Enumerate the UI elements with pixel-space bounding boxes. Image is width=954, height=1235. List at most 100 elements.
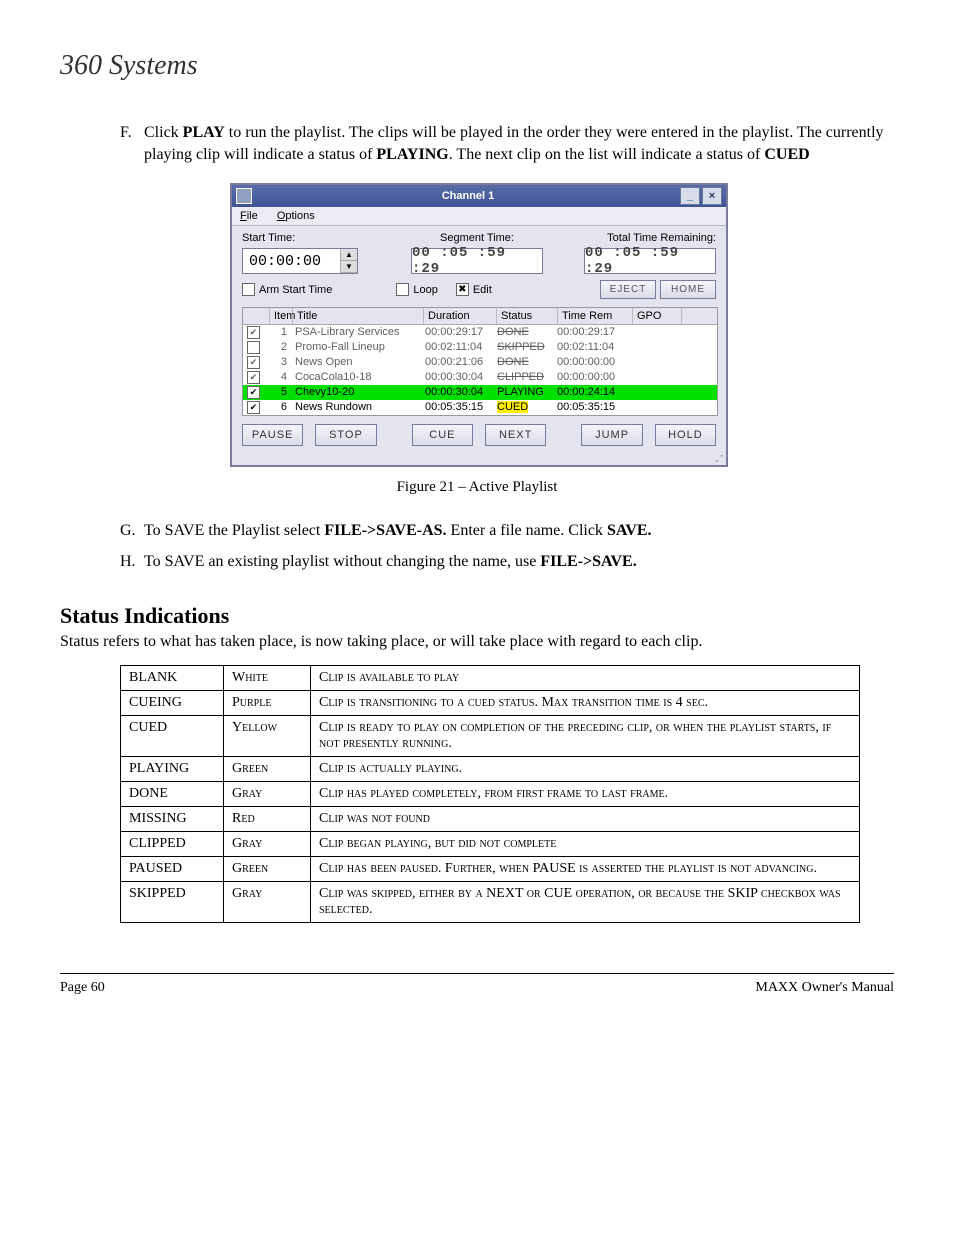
status-desc: Clip began playing, but did not complete (311, 831, 860, 856)
status-row: CUEDYellowClip is ready to play on compl… (121, 715, 860, 756)
cell-timerem: 00:00:24:14 (553, 385, 627, 400)
status-color: Purple (224, 690, 311, 715)
eject-button[interactable]: EJECT (600, 280, 656, 299)
table-row[interactable]: ✔6News Rundown00:05:35:15CUED00:05:35:15 (243, 400, 717, 415)
home-button[interactable]: HOME (660, 280, 716, 299)
status-color: Gray (224, 881, 311, 922)
titlebar: Channel 1 _ × (232, 185, 726, 207)
total-time-display: 00 :05 :59 :29 (584, 248, 716, 274)
status-desc: Clip was skipped, either by a NEXT or CU… (311, 881, 860, 922)
menu-options[interactable]: Options (277, 210, 315, 222)
table-row[interactable]: ✔3News Open00:00:21:06DONE00:00:00:00 (243, 355, 717, 370)
hold-button[interactable]: HOLD (655, 424, 716, 446)
status-table: BLANKWhiteClip is available to playCUEIN… (120, 665, 860, 923)
arm-start-checkbox[interactable]: Arm Start Time (242, 283, 332, 296)
segment-time-label: Segment Time: (440, 232, 514, 244)
status-row: BLANKWhiteClip is available to play (121, 665, 860, 690)
system-menu-icon[interactable] (236, 188, 252, 204)
cell-status: PLAYING (493, 385, 553, 400)
cell-status: DONE (493, 355, 553, 370)
edit-checkbox[interactable]: ✖Edit (456, 283, 492, 296)
jump-button[interactable]: JUMP (581, 424, 642, 446)
cell-timerem: 00:02:11:04 (553, 340, 627, 355)
loop-label: Loop (413, 284, 437, 296)
status-row: CLIPPEDGrayClip began playing, but did n… (121, 831, 860, 856)
status-color: Gray (224, 831, 311, 856)
footer-right: MAXX Owner's Manual (755, 980, 894, 996)
spinner-up[interactable]: ▲ (341, 249, 357, 261)
cue-button[interactable]: CUE (412, 424, 473, 446)
cell-gpo (627, 385, 675, 400)
cell-status: DONE (493, 325, 553, 340)
cell-timerem: 00:00:29:17 (553, 325, 627, 340)
cell-gpo (627, 355, 675, 370)
status-desc: Clip was not found (311, 806, 860, 831)
col-timerem: Time Rem (558, 308, 633, 324)
playlist-table: Item Title Duration Status Time Rem GPO … (242, 307, 718, 416)
cell-gpo (627, 400, 675, 415)
loop-checkbox[interactable]: Loop (396, 283, 437, 296)
resize-grip[interactable]: ⋰ (232, 456, 726, 464)
status-desc: Clip has been paused. Further, when PAUS… (311, 856, 860, 881)
cell-status: CUED (493, 400, 553, 415)
section-heading: Status Indications (60, 603, 894, 629)
status-color: White (224, 665, 311, 690)
row-checkbox[interactable]: ✔ (247, 356, 260, 369)
instruction-h: H. To SAVE an existing playlist without … (120, 551, 894, 573)
next-button[interactable]: NEXT (485, 424, 546, 446)
text-bold: FILE->SAVE. (540, 553, 636, 570)
table-row[interactable]: ✔1PSA-Library Services00:00:29:17DONE00:… (243, 325, 717, 340)
total-time-label: Total Time Remaining: (607, 232, 716, 244)
table-row[interactable]: ✔5Chevy10-2000:00:30:04PLAYING00:00:24:1… (243, 385, 717, 400)
status-name: CUED (121, 715, 224, 756)
table-row[interactable]: ✔4CocaCola10-1800:00:30:04CLIPPED00:00:0… (243, 370, 717, 385)
col-gpo: GPO (633, 308, 682, 324)
status-name: CLIPPED (121, 831, 224, 856)
cell-item: 6 (269, 400, 291, 415)
row-checkbox[interactable] (247, 341, 260, 354)
stop-button[interactable]: STOP (315, 424, 376, 446)
status-color: Green (224, 856, 311, 881)
cell-item: 2 (269, 340, 291, 355)
cell-duration: 00:05:35:15 (421, 400, 493, 415)
cell-duration: 00:02:11:04 (421, 340, 493, 355)
text: To SAVE an existing playlist without cha… (144, 553, 540, 570)
pause-button[interactable]: PAUSE (242, 424, 303, 446)
page-footer: Page 60 MAXX Owner's Manual (60, 973, 894, 996)
start-time-input[interactable]: 00:00:00 ▲ ▼ (242, 248, 358, 274)
cell-status: SKIPPED (493, 340, 553, 355)
row-checkbox[interactable]: ✔ (247, 401, 260, 414)
instruction-letter: H. (120, 551, 144, 573)
text-bold: PLAY (183, 124, 225, 141)
status-name: PLAYING (121, 756, 224, 781)
cell-status: CLIPPED (493, 370, 553, 385)
status-desc: Clip is available to play (311, 665, 860, 690)
figure-caption: Figure 21 – Active Playlist (60, 479, 894, 496)
spinner-down[interactable]: ▼ (341, 261, 357, 273)
cell-title: News Open (291, 355, 421, 370)
instruction-g: G. To SAVE the Playlist select FILE->SAV… (120, 520, 894, 542)
row-checkbox[interactable]: ✔ (247, 371, 260, 384)
status-name: CUEING (121, 690, 224, 715)
text-bold: PLAYING (376, 146, 448, 163)
col-item: Item (270, 308, 293, 324)
status-desc: Clip is transitioning to a cued status. … (311, 690, 860, 715)
edit-label: Edit (473, 284, 492, 296)
minimize-button[interactable]: _ (680, 187, 700, 205)
table-header: Item Title Duration Status Time Rem GPO (243, 308, 717, 325)
status-row: DONEGrayClip has played completely, from… (121, 781, 860, 806)
table-row[interactable]: 2Promo-Fall Lineup00:02:11:04SKIPPED00:0… (243, 340, 717, 355)
row-checkbox[interactable]: ✔ (247, 326, 260, 339)
instruction-letter: G. (120, 520, 144, 542)
text-bold: CUED (764, 146, 809, 163)
menu-file[interactable]: File (240, 210, 258, 222)
cell-item: 1 (269, 325, 291, 340)
cell-duration: 00:00:21:06 (421, 355, 493, 370)
close-button[interactable]: × (702, 187, 722, 205)
status-row: SKIPPEDGrayClip was skipped, either by a… (121, 881, 860, 922)
cell-title: CocaCola10-18 (291, 370, 421, 385)
status-name: BLANK (121, 665, 224, 690)
row-checkbox[interactable]: ✔ (247, 386, 260, 399)
channel-window: Channel 1 _ × File Options Start Time: 0… (230, 183, 728, 466)
instruction-f: F. Click PLAY to run the playlist. The c… (120, 122, 894, 165)
